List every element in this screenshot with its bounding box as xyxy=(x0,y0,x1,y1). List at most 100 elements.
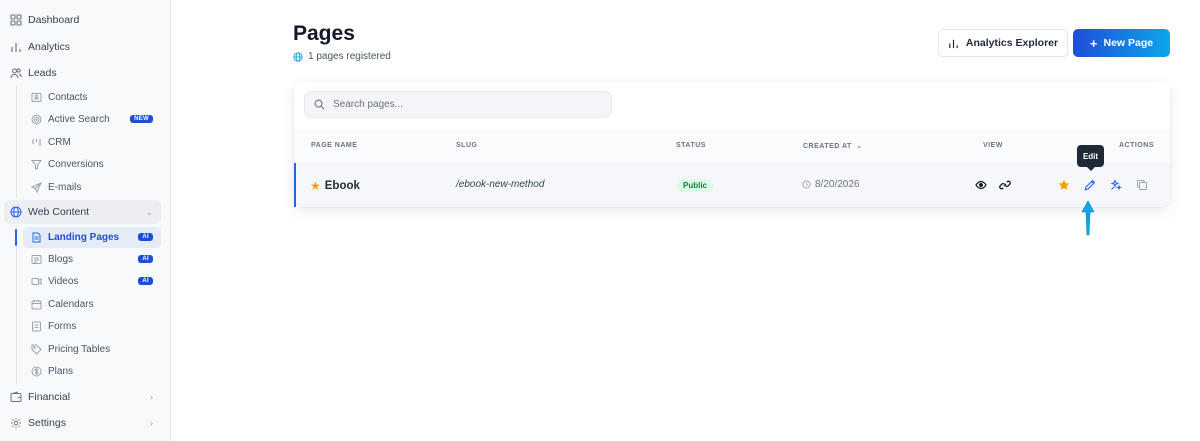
search-box[interactable] xyxy=(304,91,612,118)
ai-badge: AI xyxy=(138,255,153,263)
contact-card-icon xyxy=(31,92,42,103)
page-slug: /ebook-new-method xyxy=(456,179,545,190)
page-title: Pages xyxy=(293,22,355,45)
radar-icon xyxy=(31,114,42,125)
wallet-icon xyxy=(10,391,22,403)
page-name-cell[interactable]: ★ Ebook xyxy=(310,179,360,193)
sidebar-item-contacts[interactable]: Contacts xyxy=(23,87,161,108)
chevron-right-icon: › xyxy=(150,392,153,402)
sidebar-item-blogs[interactable]: Blogs AI xyxy=(23,249,161,270)
new-page-button[interactable]: + New Page xyxy=(1073,29,1170,57)
sidebar-item-forms[interactable]: Forms xyxy=(23,316,161,337)
form-icon xyxy=(31,321,42,332)
globe-icon xyxy=(293,51,303,62)
search-input[interactable] xyxy=(333,99,603,110)
search-icon xyxy=(314,99,325,110)
nav-item-label: Leads xyxy=(28,67,57,79)
copy-link-icon[interactable] xyxy=(998,178,1012,192)
sidebar-item-calendars[interactable]: Calendars xyxy=(23,294,161,315)
tree-line xyxy=(16,226,17,384)
sidebar-item-label: Calendars xyxy=(48,299,94,310)
new-badge: NEW xyxy=(130,115,153,123)
view-eye-icon[interactable] xyxy=(974,178,988,192)
star-icon: ★ xyxy=(310,179,321,193)
active-indicator xyxy=(15,229,17,246)
video-icon xyxy=(31,276,42,287)
column-header-status[interactable]: STATUS xyxy=(676,142,706,149)
status-badge: Public xyxy=(677,179,714,192)
pages-count: 1 pages registered xyxy=(308,51,391,62)
nav-item-analytics[interactable]: Analytics xyxy=(0,36,171,58)
created-at-cell: 8/20/2026 xyxy=(802,179,860,190)
nav-item-label: Web Content xyxy=(28,206,90,218)
sidebar-item-crm[interactable]: CRM xyxy=(23,132,161,153)
tag-icon xyxy=(31,344,42,355)
nav-item-label: Financial xyxy=(28,391,71,403)
sidebar-item-emails[interactable]: E-mails xyxy=(23,177,161,198)
sidebar-item-pricing-tables[interactable]: Pricing Tables xyxy=(23,339,161,360)
column-header-name[interactable]: PAGE NAME xyxy=(311,142,357,149)
pages-table-card: PAGE NAME SLUG STATUS CREATED AT ⌄ VIEW … xyxy=(294,82,1170,207)
sidebar-item-label: Contacts xyxy=(48,92,88,103)
nav-item-label: Settings xyxy=(28,417,66,429)
sidebar-item-label: Plans xyxy=(48,366,74,377)
column-header-actions: ACTIONS xyxy=(1119,142,1154,149)
tree-line xyxy=(16,86,17,198)
newspaper-icon xyxy=(31,254,42,265)
created-date: 8/20/2026 xyxy=(815,179,860,190)
calendar-icon xyxy=(31,299,42,310)
gear-icon xyxy=(10,417,22,429)
table-header xyxy=(294,129,1170,163)
plus-icon: + xyxy=(1089,35,1098,51)
nav-item-leads[interactable]: Leads xyxy=(0,62,171,84)
sidebar-item-active-search[interactable]: Active Search NEW xyxy=(23,109,161,130)
nav-item-label: Analytics xyxy=(28,41,71,53)
funnel-icon xyxy=(31,159,42,170)
sidebar-item-label: Pricing Tables xyxy=(48,344,111,355)
sidebar-item-label: CRM xyxy=(48,137,71,148)
sidebar-item-label: Blogs xyxy=(48,254,74,265)
sidebar-item-label: Videos xyxy=(48,276,79,287)
sidebar-item-label: Conversions xyxy=(48,159,104,170)
column-header-slug[interactable]: SLUG xyxy=(456,142,477,149)
nav-item-settings[interactable]: Settings › xyxy=(0,412,171,434)
globe-icon xyxy=(10,206,22,218)
sidebar-item-label: Active Search xyxy=(48,114,110,125)
history-icon xyxy=(802,180,811,189)
sidebar-item-landing-pages[interactable]: Landing Pages AI xyxy=(23,227,161,248)
ai-badge: AI xyxy=(138,233,153,241)
users-icon xyxy=(10,67,22,79)
bar-chart-icon xyxy=(10,41,22,53)
column-header-created-label: CREATED AT xyxy=(803,143,852,150)
sidebar-item-label: Landing Pages xyxy=(48,232,120,243)
ai-sparkle-icon[interactable] xyxy=(1109,178,1123,192)
table-row[interactable] xyxy=(294,163,1170,207)
new-page-label: New Page xyxy=(1103,37,1154,49)
dollar-icon xyxy=(31,366,42,377)
ai-badge: AI xyxy=(138,277,153,285)
nav-item-financial[interactable]: Financial › xyxy=(0,386,171,408)
nav-item-web-content[interactable]: Web Content ⌄ xyxy=(0,201,171,223)
sidebar-item-videos[interactable]: Videos AI xyxy=(23,271,161,292)
bar-chart-icon xyxy=(948,38,959,49)
sidebar-item-conversions[interactable]: Conversions xyxy=(23,154,161,175)
duplicate-icon[interactable] xyxy=(1135,178,1149,192)
chevron-down-icon: ⌄ xyxy=(145,206,153,217)
kanban-icon xyxy=(31,137,42,148)
nav-item-dashboard[interactable]: Dashboard xyxy=(0,9,171,31)
sidebar: Dashboard Analytics Leads Contacts Activ… xyxy=(0,0,171,441)
page-subtitle: 1 pages registered xyxy=(293,51,391,62)
edit-tooltip: Edit xyxy=(1077,145,1104,171)
grid-icon xyxy=(10,14,22,26)
column-header-created[interactable]: CREATED AT ⌄ xyxy=(803,142,863,150)
favorite-star-icon[interactable] xyxy=(1057,178,1071,192)
chevron-right-icon: › xyxy=(150,418,153,428)
sort-chevron-down-icon: ⌄ xyxy=(856,143,863,150)
file-icon xyxy=(31,232,42,243)
pointer-arrow-icon xyxy=(1081,200,1095,236)
analytics-explorer-label: Analytics Explorer xyxy=(965,37,1059,49)
sidebar-item-plans[interactable]: Plans xyxy=(23,361,161,382)
column-header-view: VIEW xyxy=(983,142,1003,149)
analytics-explorer-button[interactable]: Analytics Explorer xyxy=(938,29,1068,57)
edit-pencil-icon[interactable] xyxy=(1083,178,1097,192)
